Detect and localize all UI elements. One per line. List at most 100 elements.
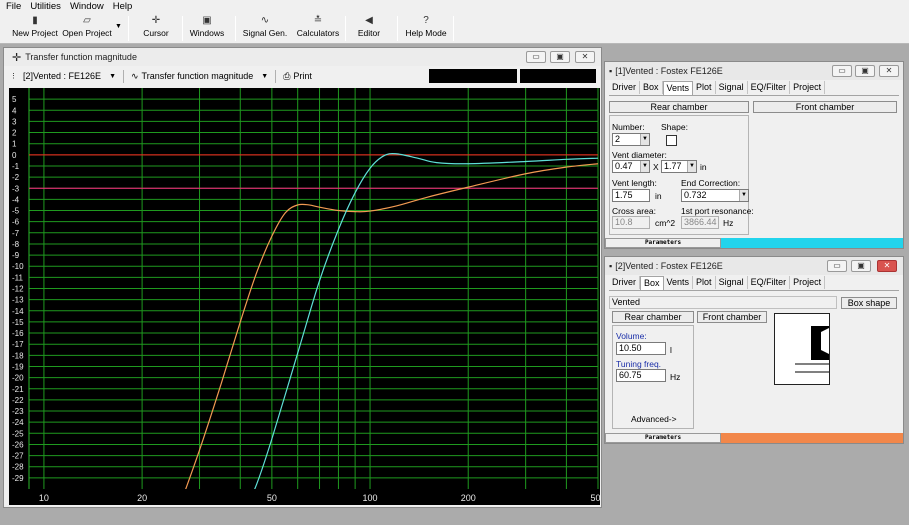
- close-icon[interactable]: ✕: [575, 51, 595, 63]
- y-tick-label: -17: [12, 340, 24, 349]
- grip-icon: ⋮: [10, 73, 17, 80]
- vent-diameter-a-value: 0.47: [615, 161, 633, 171]
- y-tick-label: -7: [12, 229, 20, 238]
- menu-file[interactable]: File: [2, 1, 26, 12]
- vent-diameter-label: Vent diameter:: [612, 150, 667, 160]
- volume-input[interactable]: 10.50: [616, 342, 666, 355]
- driver-color-swatch[interactable]: [721, 433, 903, 443]
- tab-plot[interactable]: Plot: [693, 276, 716, 289]
- y-tick-label: -2: [12, 173, 20, 182]
- open-project-dropdown-icon[interactable]: ▼: [115, 23, 122, 30]
- tab-vents[interactable]: Vents: [664, 276, 694, 289]
- transfer-function-window: ✛ Transfer function magnitude ▭ ▣ ✕ ⋮ [2…: [3, 47, 606, 508]
- tab-project[interactable]: Project: [790, 276, 826, 289]
- box-parameter-window: ▪ [2]Vented : Fostex FE126E ▭ ▣ ✕ Driver…: [604, 256, 904, 444]
- cursor-button[interactable]: ✛ Cursor: [138, 13, 174, 43]
- rear-chamber-button[interactable]: Rear chamber: [612, 311, 694, 323]
- vent-diameter-b-input[interactable]: 1.77 ▼: [661, 160, 697, 173]
- driver-color-swatch[interactable]: [721, 238, 903, 248]
- y-tick-label: -19: [12, 362, 24, 371]
- series-line-1: [185, 163, 598, 489]
- plot-area[interactable]: 5 4 3 2 1 0 -1 -2 -3 -4 -5 -6 -7 -8 -9 -10 -11 -12 -13 -14-…: [9, 88, 606, 505]
- open-project-label: Open Project: [62, 28, 112, 38]
- tab-plot[interactable]: Plot: [693, 81, 716, 94]
- editor-label: Editor: [357, 28, 381, 38]
- minimize-button[interactable]: ▭: [832, 65, 852, 77]
- menu-window[interactable]: Window: [66, 1, 109, 12]
- sine-wave-icon: ∿: [131, 70, 139, 81]
- help-mode-button[interactable]: ? Help Mode: [403, 13, 449, 43]
- cross-area-field: 10.8: [612, 216, 650, 229]
- front-chamber-button[interactable]: Front chamber: [753, 101, 897, 113]
- front-chamber-button[interactable]: Front chamber: [697, 311, 767, 323]
- rear-chamber-button[interactable]: Rear chamber: [609, 101, 749, 113]
- tab-box[interactable]: Box: [640, 276, 664, 290]
- editor-button[interactable]: ◀ Editor: [352, 13, 386, 43]
- vent-number-select[interactable]: 2 ▼: [612, 133, 650, 146]
- signal-gen-button[interactable]: ∿ Signal Gen.: [242, 13, 288, 43]
- menu-help[interactable]: Help: [109, 1, 138, 12]
- y-tick-label: -21: [12, 385, 24, 394]
- chevron-down-icon: ▼: [640, 161, 649, 172]
- print-button[interactable]: ⎙ Print: [279, 69, 316, 83]
- toolbar-separator: [345, 16, 346, 41]
- x-tick-label: 200: [461, 493, 476, 503]
- tab-eq-filter[interactable]: EQ/Filter: [748, 81, 791, 94]
- y-tick-label: -9: [12, 251, 20, 260]
- y-tick-label: -26: [12, 440, 24, 449]
- vent-diameter-a-input[interactable]: 0.47 ▼: [612, 160, 650, 173]
- tab-signal[interactable]: Signal: [716, 276, 748, 289]
- tuning-freq-unit: Hz: [670, 372, 681, 382]
- crosshair-icon: ✛: [151, 15, 161, 26]
- tab-signal[interactable]: Signal: [716, 81, 748, 94]
- close-icon[interactable]: ✕: [879, 65, 899, 77]
- tuning-freq-input[interactable]: 60.75: [616, 369, 666, 382]
- vent-length-input[interactable]: 1.75: [612, 189, 650, 202]
- end-correction-select[interactable]: 0.732 ▼: [681, 189, 749, 202]
- advanced-link[interactable]: Advanced->: [631, 414, 677, 424]
- tab-eq-filter[interactable]: EQ/Filter: [748, 276, 791, 289]
- chevron-down-icon: ▼: [739, 190, 748, 201]
- x-tick-label: 500: [590, 493, 600, 503]
- x-tick-label: 10: [39, 493, 49, 503]
- windows-button[interactable]: ▣ Windows: [187, 13, 227, 43]
- y-tick-label: -27: [12, 452, 24, 461]
- maximize-button[interactable]: ▣: [851, 260, 871, 272]
- tab-project[interactable]: Project: [790, 81, 826, 94]
- box-type-field[interactable]: Vented: [609, 296, 837, 309]
- end-correction-value: 0.732: [684, 190, 707, 200]
- box-panel: Vented Box shape Rear chamber Front cham…: [609, 290, 899, 430]
- toolbar-separator: [275, 69, 277, 83]
- y-tick-label: -22: [12, 396, 24, 405]
- tab-vents[interactable]: Vents: [662, 81, 694, 95]
- driver-select[interactable]: [2]Vented : FE126E ▼: [19, 69, 120, 83]
- y-tick-label: -14: [12, 307, 24, 316]
- graph-type-select[interactable]: ∿ Transfer function magnitude ▼: [127, 69, 272, 83]
- vents-window-title: [1]Vented : Fostex FE126E: [615, 66, 723, 76]
- tab-box[interactable]: Box: [640, 81, 663, 94]
- tab-driver[interactable]: Driver: [609, 81, 640, 94]
- tab-driver[interactable]: Driver: [609, 276, 640, 289]
- main-toolbar: ▮ New Project ▱ Open Project ▼ ✛ Cursor …: [0, 13, 909, 44]
- vent-shape-box[interactable]: [666, 135, 677, 146]
- y-tick-label: -11: [12, 273, 24, 282]
- app-icon: ▪: [609, 66, 613, 76]
- vents-tabbar: Driver Box Vents Plot Signal EQ/Filter P…: [609, 81, 826, 95]
- minimize-button[interactable]: ▭: [827, 260, 847, 272]
- y-tick-label: -24: [12, 418, 24, 427]
- minimize-button[interactable]: ▭: [526, 51, 546, 63]
- box-shape-button[interactable]: Box shape: [841, 297, 897, 309]
- close-icon[interactable]: ✕: [877, 260, 897, 272]
- new-project-button[interactable]: ▮ New Project: [10, 13, 60, 43]
- y-tick-label: -25: [12, 429, 24, 438]
- menu-utilities[interactable]: Utilities: [26, 1, 66, 12]
- calculators-button[interactable]: ≛ Calculators: [295, 13, 341, 43]
- open-project-button[interactable]: ▱ Open Project: [62, 13, 112, 43]
- x-tick-label: 20: [137, 493, 147, 503]
- pin-icon[interactable]: ✛: [12, 51, 21, 64]
- vent-number-value: 2: [615, 134, 621, 144]
- shape-label: Shape:: [661, 122, 688, 132]
- box-shape-drawing: [795, 326, 829, 373]
- maximize-button[interactable]: ▣: [855, 65, 875, 77]
- maximize-button[interactable]: ▣: [550, 51, 570, 63]
